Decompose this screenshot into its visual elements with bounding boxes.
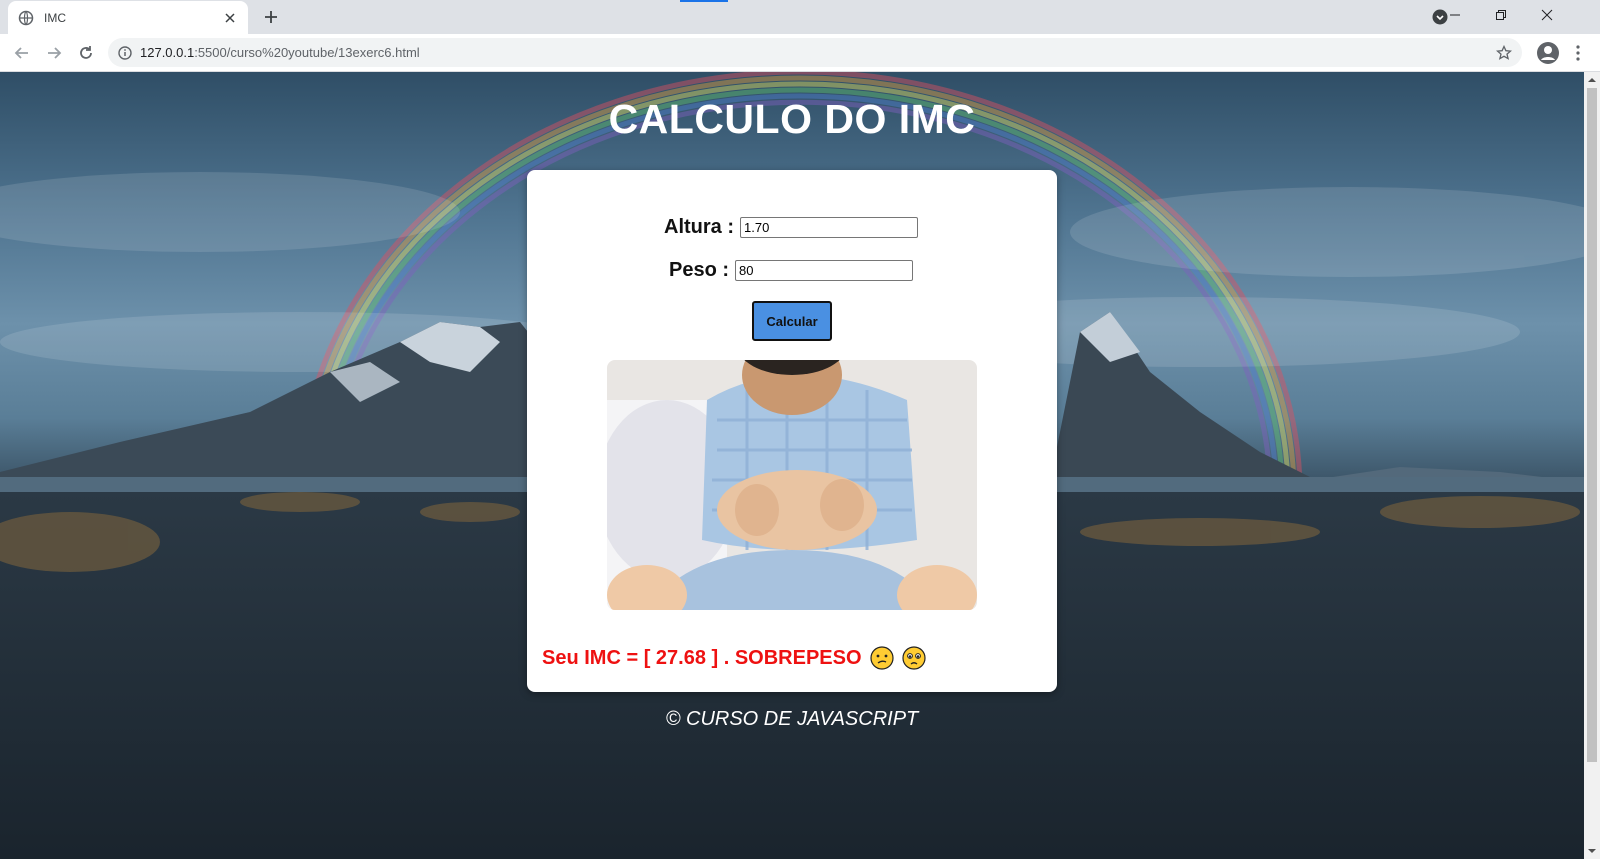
window-close-icon[interactable] (1524, 0, 1570, 30)
peso-row: Peso : (669, 259, 914, 282)
page-title: CALCULO DO IMC (608, 96, 976, 142)
result-text: Seu IMC = [ 27.68 ] . SOBREPESO (542, 646, 926, 670)
tab-title: IMC (44, 10, 66, 25)
url-text: 127.0.0.1:5500/curso%20youtube/13exerc6.… (140, 45, 420, 60)
altura-row: Altura : (664, 216, 918, 239)
result-photo (607, 360, 977, 610)
pleading-face-icon (901, 646, 926, 670)
back-icon[interactable] (10, 41, 34, 65)
footer-text: © CURSO DE JAVASCRIPT (665, 708, 919, 730)
url-path: :5500/curso%20youtube/13exerc6.html (194, 45, 420, 60)
profile-icon[interactable] (1536, 41, 1560, 65)
browser-toolbar: 127.0.0.1:5500/curso%20youtube/13exerc6.… (0, 34, 1600, 72)
peso-input[interactable] (735, 260, 914, 281)
altura-input[interactable] (740, 217, 918, 238)
scroll-down-icon[interactable] (1588, 847, 1596, 855)
star-icon[interactable] (1495, 44, 1513, 61)
page-viewport: CALCULO DO IMC Altura : Peso : Calcular (0, 72, 1584, 859)
reload-icon[interactable] (74, 41, 98, 65)
scrollbar-thumb[interactable] (1587, 88, 1597, 762)
tab-strip-indicator (680, 0, 728, 2)
page-scrollbar[interactable] (1584, 72, 1600, 859)
forward-icon[interactable] (42, 41, 66, 65)
altura-label: Altura : (664, 216, 734, 238)
info-icon[interactable] (118, 45, 132, 60)
menu-icon[interactable] (1570, 41, 1586, 65)
tab-bar: IMC (0, 0, 1600, 34)
imc-card: Altura : Peso : Calcular (527, 170, 1057, 692)
restore-icon[interactable] (1478, 0, 1524, 30)
imc-result: Seu IMC = [ 27.68 ] . SOBREPESO (542, 646, 862, 669)
address-bar[interactable]: 127.0.0.1:5500/curso%20youtube/13exerc6.… (108, 38, 1522, 67)
minimize-icon[interactable] (1432, 0, 1478, 30)
confused-face-icon (869, 646, 894, 670)
peso-label: Peso : (669, 259, 730, 281)
globe-icon (18, 10, 34, 26)
browser-tab[interactable]: IMC (8, 1, 248, 34)
url-host: 127.0.0.1 (140, 45, 195, 60)
close-icon[interactable] (222, 10, 238, 26)
plus-icon[interactable] (260, 6, 282, 28)
scroll-up-icon[interactable] (1588, 76, 1596, 84)
calcular-button[interactable]: Calcular (752, 301, 832, 341)
